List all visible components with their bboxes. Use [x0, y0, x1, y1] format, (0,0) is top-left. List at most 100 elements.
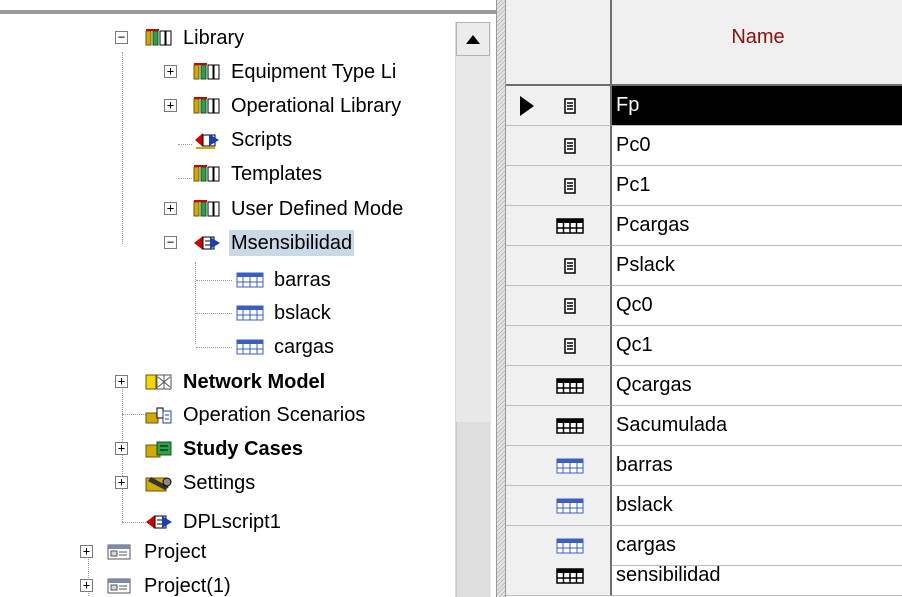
tree-line — [196, 313, 232, 314]
collapse-toggle-library[interactable]: − — [115, 31, 128, 44]
tree-node-settings[interactable]: Settings — [145, 466, 257, 500]
tree-node-scripts[interactable]: Scripts — [193, 123, 294, 157]
matrix-light-icon — [556, 456, 584, 476]
grid-row[interactable]: Sacumulada — [506, 406, 902, 446]
settings-folder-icon — [145, 473, 173, 493]
project-icon — [106, 576, 134, 596]
grid-row[interactable]: barras — [506, 446, 902, 486]
tree-vertical-scrollbar[interactable] — [455, 22, 491, 597]
name-cell[interactable]: Sacumulada — [612, 406, 902, 446]
scalar-icon — [556, 96, 584, 116]
name-cell[interactable]: sensibilidad — [612, 556, 902, 596]
tree-node-label: cargas — [274, 336, 335, 358]
dpl-command-icon — [145, 512, 173, 532]
tree-node-label: DPLscript1 — [183, 511, 281, 533]
matrix-light-icon — [236, 303, 264, 323]
tree-node-label: Operation Scenarios — [183, 404, 366, 426]
script-folder-icon — [193, 130, 221, 150]
tree-node-project[interactable]: Project — [106, 535, 208, 569]
name-cell[interactable]: Qcargas — [612, 366, 902, 406]
tree-node-user-defined-models[interactable]: User Defined Mode — [193, 192, 405, 226]
tree-line — [195, 262, 196, 344]
row-header[interactable] — [506, 446, 612, 486]
tree-node-label: Network Model — [183, 371, 326, 393]
scroll-thumb[interactable] — [456, 422, 490, 597]
tree-node-study-cases[interactable]: Study Cases — [145, 432, 305, 466]
tree-node-network-model[interactable]: Network Model — [145, 365, 327, 399]
grid-row[interactable]: sensibilidad — [506, 556, 902, 596]
tree-node-dplscript1[interactable]: DPLscript1 — [145, 505, 283, 539]
row-header[interactable] — [506, 246, 612, 286]
row-header[interactable] — [506, 286, 612, 326]
tree-node-project-1[interactable]: Project(1) — [106, 569, 233, 597]
row-header[interactable] — [506, 86, 612, 126]
tree-line — [196, 347, 232, 348]
expand-toggle-user-defined-models[interactable]: + — [164, 202, 177, 215]
dpl-command-icon — [193, 233, 221, 253]
name-cell[interactable]: Pc1 — [612, 166, 902, 206]
name-cell[interactable]: Pcargas — [612, 206, 902, 246]
project-icon — [106, 542, 134, 562]
object-grid: Name Fp Pc0 Pc1 Pcargas Pslack Qc0 Qc1 Q… — [506, 0, 902, 597]
pane-splitter[interactable] — [496, 0, 506, 597]
tree-node-label: Templates — [231, 163, 323, 185]
tree-node-operational-library[interactable]: Operational Library — [193, 89, 403, 123]
name-cell[interactable]: Pc0 — [612, 126, 902, 166]
name-cell[interactable]: Pslack — [612, 246, 902, 286]
row-header[interactable] — [506, 406, 612, 446]
expand-toggle-settings[interactable]: + — [115, 476, 128, 489]
expand-toggle-project[interactable]: + — [80, 545, 93, 558]
library-icon — [193, 96, 221, 116]
name-cell[interactable]: Fp — [612, 86, 902, 126]
tree-node-equipment-type-library[interactable]: Equipment Type Li — [193, 55, 398, 89]
collapse-toggle-msensibilidad[interactable]: − — [164, 236, 177, 249]
row-header[interactable] — [506, 556, 612, 596]
name-cell[interactable]: barras — [612, 446, 902, 486]
matrix-icon — [556, 216, 584, 236]
tree-node-label: User Defined Mode — [231, 198, 404, 220]
name-cell[interactable]: Qc1 — [612, 326, 902, 366]
scalar-icon — [556, 296, 584, 316]
row-header[interactable] — [506, 166, 612, 206]
grid-row[interactable]: Pc1 — [506, 166, 902, 206]
grid-row[interactable]: Pslack — [506, 246, 902, 286]
name-cell[interactable]: Qc0 — [612, 286, 902, 326]
grid-row[interactable]: bslack — [506, 486, 902, 526]
tree-node-bslack[interactable]: bslack — [236, 296, 333, 330]
tree-node-label: Project(1) — [144, 575, 231, 597]
grid-row[interactable]: Fp — [506, 86, 902, 126]
grid-row[interactable]: Qc1 — [506, 326, 902, 366]
grid-header-corner — [506, 0, 612, 86]
tree-node-barras[interactable]: barras — [236, 263, 333, 297]
scalar-icon — [556, 176, 584, 196]
expand-toggle-operational-library[interactable]: + — [164, 99, 177, 112]
grid-row[interactable]: Pcargas — [506, 206, 902, 246]
row-header[interactable] — [506, 486, 612, 526]
expand-toggle-study-cases[interactable]: + — [115, 442, 128, 455]
tree-node-operation-scenarios[interactable]: Operation Scenarios — [145, 398, 367, 432]
tree-node-library[interactable]: Library — [145, 21, 246, 55]
grid-row[interactable]: Qcargas — [506, 366, 902, 406]
tree-line — [122, 414, 146, 415]
tree-line — [122, 52, 123, 244]
grid-row[interactable]: Pc0 — [506, 126, 902, 166]
column-header-name[interactable]: Name — [612, 0, 902, 86]
library-icon — [193, 62, 221, 82]
name-cell[interactable]: bslack — [612, 486, 902, 526]
row-header[interactable] — [506, 326, 612, 366]
grid-row[interactable]: Qc0 — [506, 286, 902, 326]
network-model-icon — [145, 372, 173, 392]
tree-node-label: barras — [274, 269, 331, 291]
expand-toggle-project-1[interactable]: + — [80, 579, 93, 592]
expand-toggle-network-model[interactable]: + — [115, 375, 128, 388]
scroll-up-button[interactable] — [456, 22, 490, 56]
tree-node-label: Project — [144, 541, 207, 563]
expand-toggle-equipment-type[interactable]: + — [164, 65, 177, 78]
row-header[interactable] — [506, 366, 612, 406]
tree-node-msensibilidad[interactable]: Msensibilidad — [193, 226, 355, 260]
tree-node-templates[interactable]: Templates — [193, 157, 324, 191]
row-header[interactable] — [506, 126, 612, 166]
scalar-icon — [556, 136, 584, 156]
tree-node-cargas[interactable]: cargas — [236, 330, 336, 364]
row-header[interactable] — [506, 206, 612, 246]
